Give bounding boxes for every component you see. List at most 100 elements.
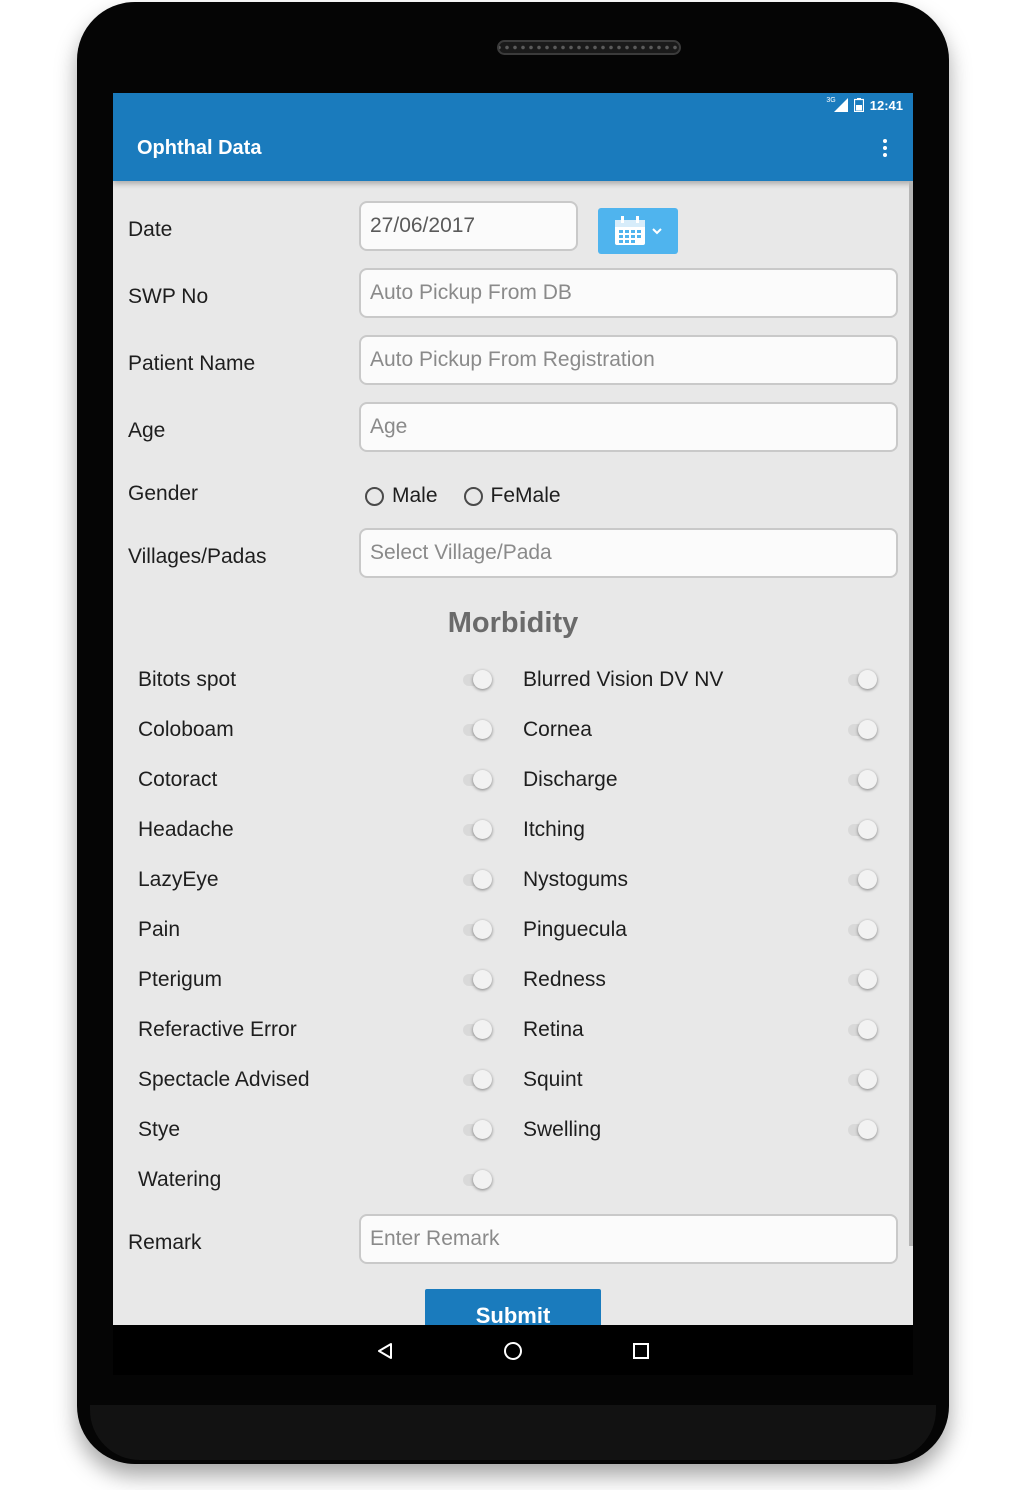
morbidity-item-label: Nystogums <box>523 868 629 891</box>
morbidity-toggle[interactable] <box>845 1120 877 1140</box>
morbidity-item: Stye <box>138 1116 493 1146</box>
morbidity-item: Itching <box>523 816 878 846</box>
morbidity-item: LazyEye <box>138 866 493 896</box>
morbidity-toggle[interactable] <box>845 770 877 790</box>
gender-male-radio[interactable]: Male <box>365 484 438 508</box>
morbidity-item-label: Spectacle Advised <box>138 1068 310 1091</box>
toggle-thumb <box>473 770 492 789</box>
battery-icon <box>853 98 864 112</box>
morbidity-toggle[interactable] <box>845 1070 877 1090</box>
morbidity-item-label: Bitots spot <box>138 668 237 691</box>
calendar-button[interactable] <box>598 208 678 254</box>
morbidity-item-label: Pain <box>138 918 181 941</box>
morbidity-toggle[interactable] <box>845 920 877 940</box>
morbidity-item: Blurred Vision DV NV <box>523 666 878 696</box>
morbidity-item-label: Discharge <box>523 768 618 791</box>
patient-name-label: Patient Name <box>128 352 256 375</box>
morbidity-item: Discharge <box>523 766 878 796</box>
morbidity-title: Morbidity <box>447 607 579 639</box>
morbidity-item-label: Redness <box>523 968 606 991</box>
overflow-menu-icon[interactable] <box>882 139 888 157</box>
morbidity-item: Nystogums <box>523 866 878 896</box>
morbidity-toggle[interactable] <box>845 970 877 990</box>
recents-button[interactable] <box>628 1338 654 1364</box>
toggle-thumb <box>858 1120 877 1139</box>
signal-icon <box>833 98 848 112</box>
scrollbar[interactable] <box>909 181 913 1246</box>
age-label: Age <box>128 419 166 442</box>
village-field[interactable] <box>359 528 898 578</box>
remark-field[interactable] <box>359 1214 898 1264</box>
morbidity-item-label: Itching <box>523 818 585 841</box>
morbidity-toggle[interactable] <box>460 670 492 690</box>
morbidity-item: Spectacle Advised <box>138 1066 493 1096</box>
village-label: Villages/Padas <box>128 545 267 568</box>
toggle-thumb <box>473 870 492 889</box>
back-button[interactable] <box>372 1338 398 1364</box>
status-bar: 3G 12:41 <box>826 97 903 113</box>
calendar-icon <box>615 216 645 245</box>
morbidity-item: Pterigum <box>138 966 493 996</box>
morbidity-item: Watering <box>138 1166 493 1196</box>
morbidity-item: Cotoract <box>138 766 493 796</box>
app-bar: 3G 12:41 Ophthal Data <box>113 93 913 181</box>
toggle-thumb <box>473 920 492 939</box>
date-field[interactable] <box>359 201 578 251</box>
morbidity-item: Coloboam <box>138 716 493 746</box>
remark-label: Remark <box>128 1231 202 1254</box>
morbidity-item: Squint <box>523 1066 878 1096</box>
morbidity-toggle[interactable] <box>460 1020 492 1040</box>
submit-button[interactable]: Submit <box>425 1289 601 1325</box>
gender-male-label: Male <box>392 484 438 507</box>
back-icon <box>378 1343 392 1359</box>
status-time: 12:41 <box>869 97 903 113</box>
morbidity-item: Redness <box>523 966 878 996</box>
toggle-thumb <box>858 1020 877 1039</box>
morbidity-toggle[interactable] <box>845 1020 877 1040</box>
app-screen: 3G 12:41 Ophthal Data Date SWP No Patien… <box>113 93 913 1325</box>
morbidity-toggle[interactable] <box>845 720 877 740</box>
date-label: Date <box>128 218 173 241</box>
morbidity-toggle[interactable] <box>845 870 877 890</box>
home-button[interactable] <box>500 1338 526 1364</box>
gender-female-label: FeMale <box>490 484 561 507</box>
morbidity-toggle[interactable] <box>460 970 492 990</box>
morbidity-toggle[interactable] <box>845 820 877 840</box>
morbidity-toggle[interactable] <box>460 920 492 940</box>
morbidity-item-label: Retina <box>523 1018 584 1041</box>
morbidity-toggle[interactable] <box>460 770 492 790</box>
morbidity-item-label: Squint <box>523 1068 583 1091</box>
network-type: 3G <box>826 96 836 104</box>
toggle-thumb <box>473 1120 492 1139</box>
toggle-thumb <box>858 820 877 839</box>
morbidity-toggle[interactable] <box>460 1070 492 1090</box>
toggle-thumb <box>473 820 492 839</box>
speaker-grille <box>497 40 681 55</box>
patient-name-field[interactable] <box>359 335 898 385</box>
morbidity-item-label: Cotoract <box>138 768 218 791</box>
morbidity-item: Referactive Error <box>138 1016 493 1046</box>
app-title: Ophthal Data <box>137 137 262 159</box>
age-field[interactable] <box>359 402 898 452</box>
morbidity-toggle[interactable] <box>460 1120 492 1140</box>
morbidity-item-label: Pinguecula <box>523 918 627 941</box>
toggle-thumb <box>473 1070 492 1089</box>
swp-no-field[interactable] <box>359 268 898 318</box>
morbidity-item-label: Stye <box>138 1118 181 1141</box>
morbidity-item-label: Cornea <box>523 718 592 741</box>
toggle-thumb <box>858 670 877 689</box>
morbidity-item-label: Referactive Error <box>138 1018 297 1041</box>
morbidity-item: Cornea <box>523 716 878 746</box>
morbidity-item: Headache <box>138 816 493 846</box>
morbidity-item: Pinguecula <box>523 916 878 946</box>
morbidity-toggle[interactable] <box>460 870 492 890</box>
gender-female-radio[interactable]: FeMale <box>463 484 561 508</box>
toggle-thumb <box>858 720 877 739</box>
morbidity-toggle[interactable] <box>460 820 492 840</box>
morbidity-toggle[interactable] <box>845 670 877 690</box>
home-icon <box>504 1342 522 1360</box>
toggle-thumb <box>858 920 877 939</box>
chevron-down-icon <box>652 227 662 234</box>
morbidity-toggle[interactable] <box>460 1170 492 1190</box>
morbidity-toggle[interactable] <box>460 720 492 740</box>
